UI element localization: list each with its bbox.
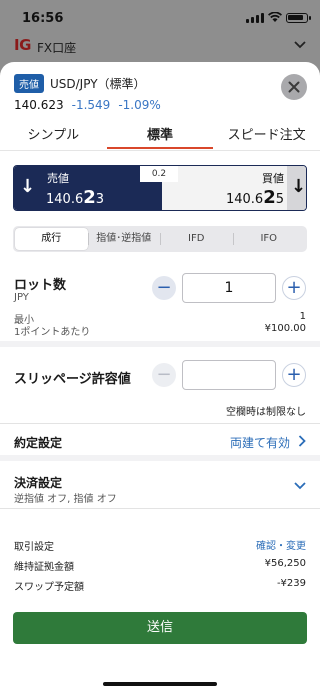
order-type-ifd[interactable]: IFD xyxy=(160,228,233,250)
active-tab-indicator xyxy=(107,147,213,149)
account-selector-label[interactable]: FX口座 xyxy=(37,39,76,56)
close-button[interactable] xyxy=(281,74,307,100)
contract-settings-label: 約定設定 xyxy=(14,436,63,450)
margin-label: 維持証拠金額 xyxy=(14,562,74,573)
order-type-market[interactable]: 成行 xyxy=(15,228,88,250)
submit-button[interactable]: 送信 xyxy=(13,612,307,644)
last-price: 140.623 xyxy=(14,98,64,112)
buy-quote-button[interactable]: 買値 140.625 xyxy=(162,166,288,210)
signal-icon xyxy=(246,13,264,23)
order-type-limit-stop[interactable]: 指値･逆指値 xyxy=(87,228,161,250)
chevron-down-icon[interactable] xyxy=(294,40,306,50)
status-time: 16:56 xyxy=(22,11,64,26)
slippage-decrement-button[interactable]: − xyxy=(152,363,176,387)
lot-decrement-button[interactable]: − xyxy=(152,276,176,300)
row-divider xyxy=(0,423,320,424)
lot-label: ロット数 xyxy=(14,278,67,293)
status-bar: 16:56 xyxy=(0,0,320,34)
sell-price: 140.623 xyxy=(46,187,105,208)
symbol-header: 売値 USD/JPY（標準） xyxy=(14,74,146,93)
tabs-divider xyxy=(0,150,320,151)
trade-settings-link[interactable]: 確認・変更 xyxy=(256,537,306,552)
contract-settings-value[interactable]: 両建て有効 xyxy=(230,434,290,451)
order-mode-tabs: シンプル 標準 スピード注文 xyxy=(0,120,320,150)
section-divider xyxy=(0,455,320,461)
slippage-label: スリッページ許容値 xyxy=(14,372,131,387)
wifi-icon xyxy=(268,12,282,22)
arrow-down-icon: ↓ xyxy=(20,176,36,197)
order-type-selector: 成行 指値･逆指値 IFD IFO xyxy=(13,226,307,252)
arrow-down-icon: ↓ xyxy=(291,176,307,197)
side-tag: 売値 xyxy=(14,74,44,93)
buy-direction[interactable]: ↓ xyxy=(287,166,306,210)
buy-price: 140.625 xyxy=(225,187,284,208)
price-change-pct: -1.09% xyxy=(118,98,161,112)
chevron-right-icon[interactable] xyxy=(298,435,306,447)
tab-speed-order[interactable]: スピード注文 xyxy=(213,120,320,150)
price-change: -1.549 xyxy=(71,98,111,112)
slippage-input[interactable] xyxy=(182,360,276,390)
lot-input[interactable]: 1 xyxy=(182,273,276,303)
settlement-settings-label: 決済設定 xyxy=(14,476,63,490)
swap-label: スワップ予定額 xyxy=(14,582,84,593)
per-point-value: ¥100.00 xyxy=(264,323,306,334)
close-icon xyxy=(288,81,300,93)
price-summary: 140.623 -1.549 -1.09% xyxy=(14,98,161,112)
tab-simple[interactable]: シンプル xyxy=(0,120,107,150)
battery-icon xyxy=(286,13,311,23)
ig-logo: IG xyxy=(14,36,31,54)
trade-settings-label: 取引設定 xyxy=(14,542,54,553)
per-point-label: 1ポイントあたり xyxy=(14,327,91,338)
slippage-increment-button[interactable]: + xyxy=(282,363,306,387)
buy-label: 買値 xyxy=(262,172,284,185)
row-divider xyxy=(0,508,320,509)
home-indicator xyxy=(103,682,217,686)
margin-value: ¥56,250 xyxy=(264,558,306,569)
spread-value: 0.2 xyxy=(140,166,178,182)
swap-value: -¥239 xyxy=(276,578,306,589)
app-header: IG FX口座 xyxy=(0,34,320,60)
slippage-note: 空欄時は制限なし xyxy=(226,407,306,418)
lot-increment-button[interactable]: + xyxy=(282,276,306,300)
lot-currency: JPY xyxy=(14,292,29,303)
lot-min-value: 1 xyxy=(299,311,306,322)
settlement-settings-summary: 逆指値 オフ, 指値 オフ xyxy=(14,494,117,505)
chevron-down-icon[interactable] xyxy=(294,482,306,490)
tab-standard[interactable]: 標準 xyxy=(107,120,214,150)
section-divider xyxy=(0,341,320,347)
order-type-ifo[interactable]: IFO xyxy=(232,228,306,250)
symbol-name: USD/JPY（標準） xyxy=(50,77,146,91)
order-sheet: 売値 USD/JPY（標準） 140.623 -1.549 -1.09% シンプ… xyxy=(0,62,320,692)
sell-label: 売値 xyxy=(47,172,69,185)
